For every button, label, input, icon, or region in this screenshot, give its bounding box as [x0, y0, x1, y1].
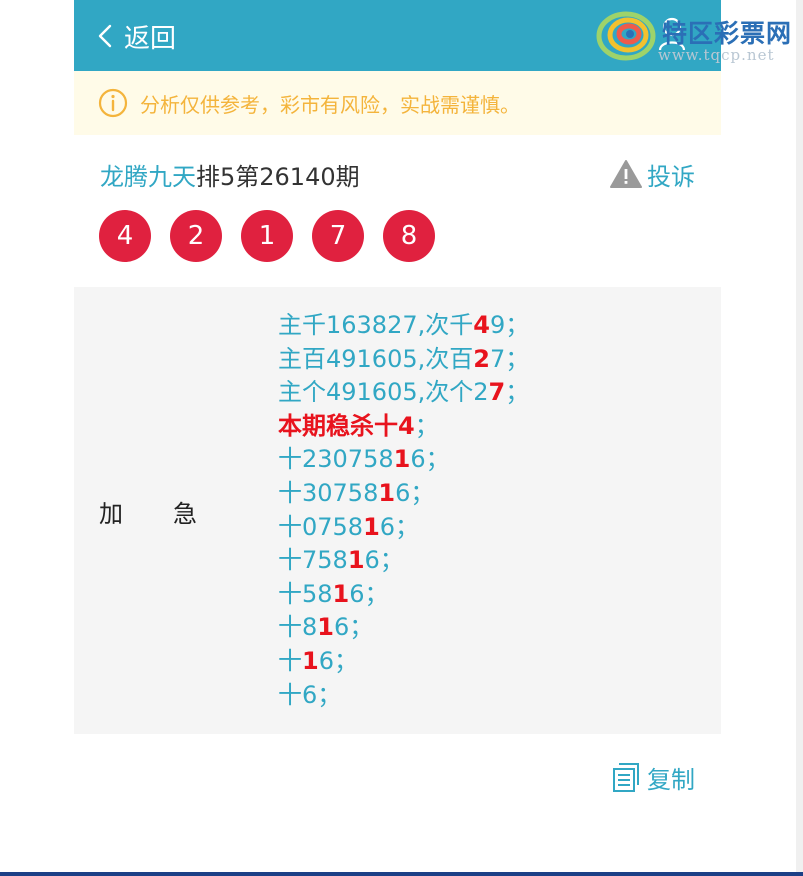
report-button[interactable]: 投诉: [609, 156, 695, 192]
analysis-line: 主百491605,次百27；: [278, 343, 529, 377]
watermark-url: www.tqcp.net: [658, 46, 775, 64]
issue-title: 排5第26140期: [196, 162, 360, 191]
analysis-line: 十816；: [278, 611, 529, 645]
risk-notice: 分析仅供参考，彩市有风险，实战需谨慎。: [74, 71, 721, 135]
line-text: 十58: [278, 579, 333, 608]
info-circle-icon: [98, 88, 128, 118]
line-text: 主千163827,次千: [278, 311, 474, 339]
analysis-line: 十075816；: [278, 511, 529, 545]
highlight-text: 4: [473, 311, 490, 339]
warning-triangle-icon: [610, 160, 642, 188]
scroll-edge: [796, 0, 803, 876]
report-label: 投诉: [647, 162, 695, 191]
number-ball: 2: [170, 210, 222, 262]
highlight-text: 1: [347, 546, 365, 575]
line-text: ；: [505, 378, 530, 407]
chevron-left-icon: [98, 24, 112, 48]
author-link[interactable]: 龙腾九天: [100, 157, 196, 192]
line-text: 7；: [489, 344, 530, 373]
copy-button[interactable]: 复制: [611, 758, 695, 796]
notice-text: 分析仅供参考，彩市有风险，实战需谨慎。: [140, 92, 520, 117]
back-button[interactable]: 返回: [98, 14, 176, 58]
number-ball: 1: [241, 210, 293, 262]
post-title: 龙腾九天 排5第26140期 投诉: [100, 156, 695, 192]
analysis-line: 十3075816；: [278, 477, 529, 511]
analysis-lines: 主千163827,次千49； 主百491605,次百27； 主个491605,次个2…: [278, 309, 529, 712]
line-text: 十758: [278, 546, 348, 575]
analysis-line: 主千163827,次千49；: [278, 309, 529, 343]
line-text: 主百491605,次百: [278, 344, 474, 373]
line-text: 6；: [379, 512, 420, 541]
analysis-line: 十5816；: [278, 578, 529, 612]
watermark-name: 特区彩票网: [662, 19, 793, 48]
page: 返回 分析仅供参考，彩市有风险，实战需谨慎。 龙腾九天 排5第26140期 投诉…: [74, 0, 721, 876]
line-text: 十8: [278, 613, 318, 642]
line-text: 主个491605,次个2: [278, 378, 489, 407]
back-label: 返回: [124, 23, 177, 54]
site-watermark: 特区彩票网 www.tqcp.net: [596, 10, 796, 68]
line-text: ；: [414, 411, 439, 440]
line-text: 6；: [410, 445, 450, 474]
line-text: 6；: [333, 613, 374, 642]
analysis-panel: 加急 主千163827,次千49； 主百491605,次百27； 主个491605,…: [74, 287, 721, 734]
highlight-text: 2: [473, 344, 490, 373]
highlight-text: 1: [317, 613, 334, 642]
number-ball: 8: [383, 210, 435, 262]
highlight-text: 1: [302, 646, 319, 675]
line-text: 十230758: [278, 445, 394, 474]
line-text: 十6；: [278, 680, 342, 709]
highlight-text: 1: [378, 478, 396, 507]
highlight-text: 1: [393, 445, 411, 474]
panel-label: 加急: [99, 500, 247, 528]
line-text: 6；: [364, 546, 404, 575]
number-ball: 4: [99, 210, 151, 262]
number-ball: 7: [312, 210, 364, 262]
line-text: 6；: [349, 579, 389, 608]
analysis-line: 十23075816；: [278, 443, 529, 477]
highlight-text: 7: [488, 378, 506, 407]
copy-document-icon: [613, 763, 639, 792]
bottom-border: [0, 872, 803, 876]
highlight-text: 1: [332, 579, 350, 608]
analysis-line: 十6；: [278, 679, 529, 713]
analysis-line: 本期稳杀十4；: [278, 410, 529, 444]
line-text: 6；: [318, 646, 358, 675]
analysis-line: 十75816；: [278, 544, 529, 578]
highlight-text: 本期稳杀十4: [278, 411, 415, 440]
line-text: 9；: [489, 311, 530, 339]
line-text: 十: [278, 646, 302, 675]
site-logo-icon: [596, 11, 656, 61]
copy-label: 复制: [647, 765, 695, 794]
analysis-line: 主个491605,次个27；: [278, 376, 529, 410]
number-balls: 4 2 1 7 8: [99, 210, 454, 262]
highlight-text: 1: [363, 512, 380, 541]
analysis-line: 十16；: [278, 645, 529, 679]
line-text: 十30758: [278, 478, 379, 507]
line-text: 十0758: [278, 512, 364, 541]
line-text: 6；: [395, 478, 435, 507]
